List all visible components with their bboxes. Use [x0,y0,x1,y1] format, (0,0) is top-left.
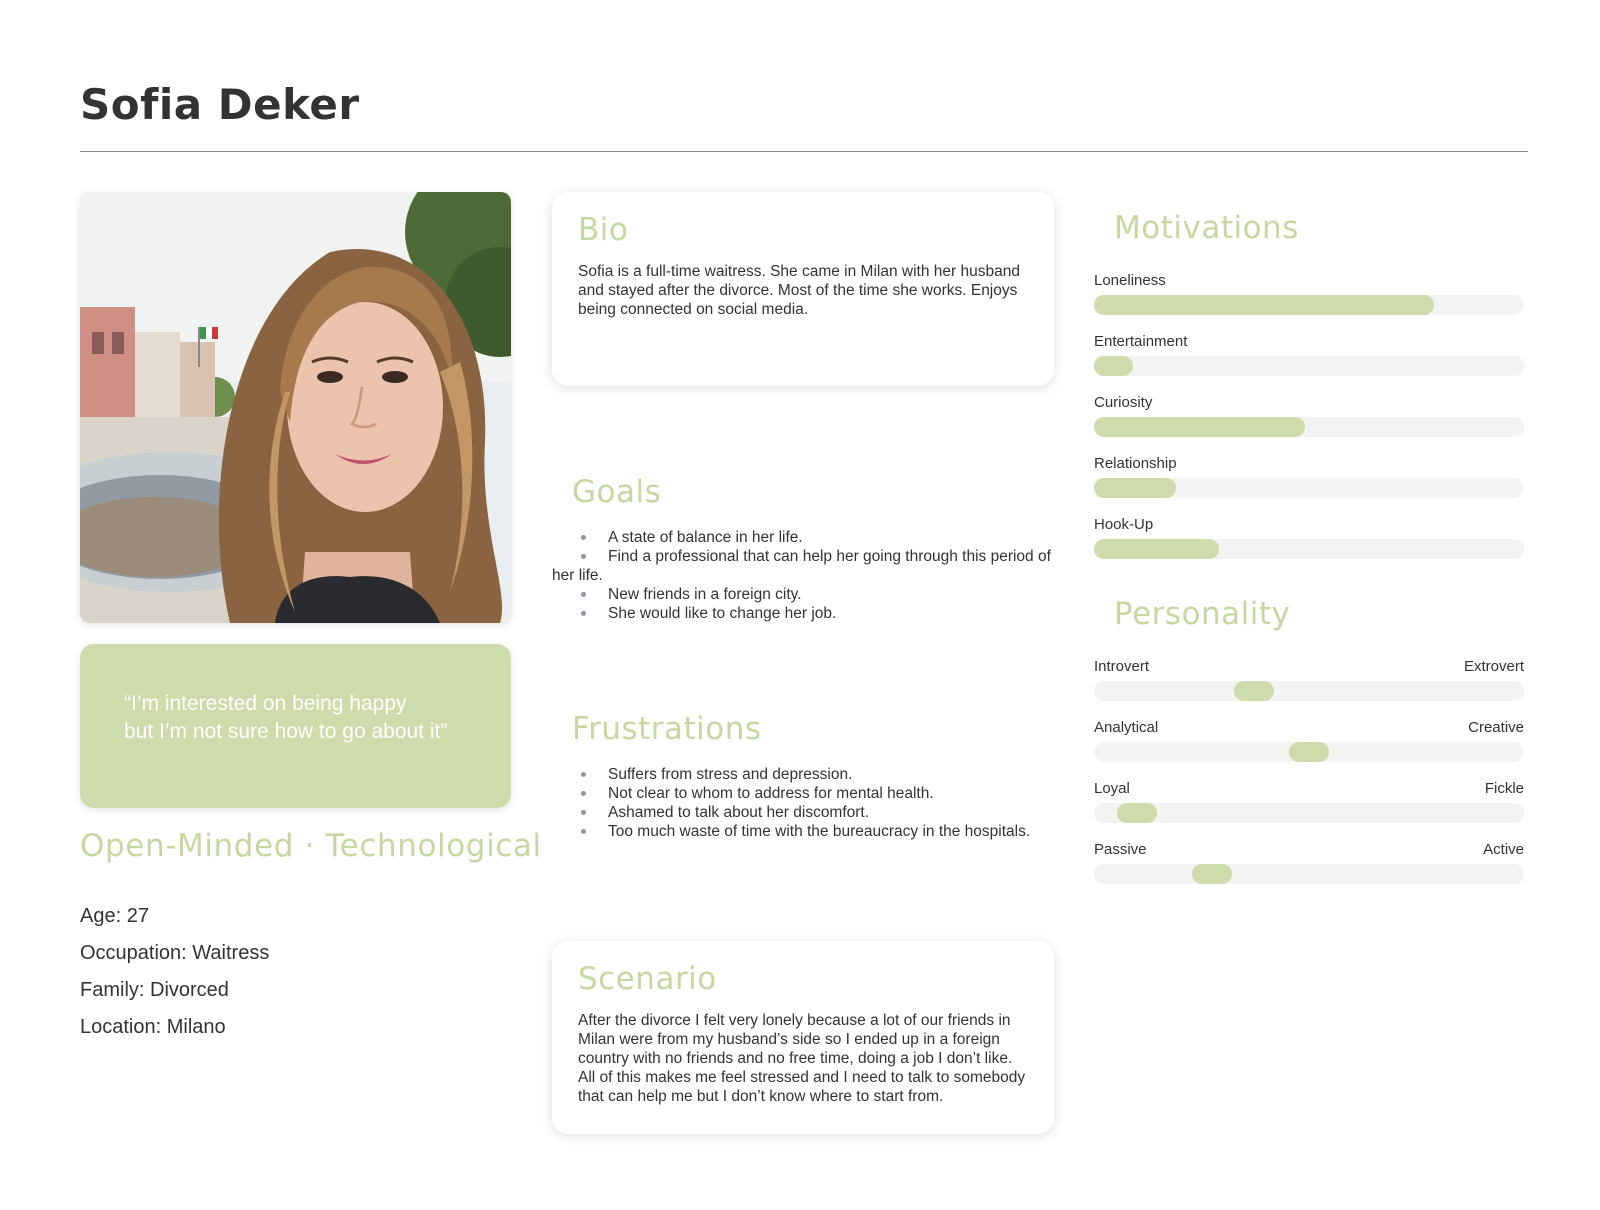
personality-track [1094,742,1524,762]
frustration-item: Too much waste of time with the bureaucr… [552,822,1052,841]
goals-title: Goals [572,474,662,510]
frustrations-list: Suffers from stress and depression. Not … [552,765,1052,841]
persona-name: Sofia Deker [80,80,360,129]
personality-labels: Passive Active [1094,841,1524,861]
frustration-item: Ashamed to talk about her discomfort. [552,803,1052,822]
bio-text: Sofia is a full-time waitress. She came … [578,263,1020,318]
personality-right-label: Active [1483,841,1524,858]
quote-line-2: but I’m not sure how to go about it” [124,720,448,743]
personality-marker [1289,742,1329,762]
motivation-fill [1094,539,1219,559]
personality-right-label: Creative [1468,719,1524,736]
scenario-text: After the divorce I felt very lonely bec… [578,1012,1026,1105]
motivation-fill [1094,478,1176,498]
motivation-fill [1094,295,1434,315]
personality-marker [1191,864,1232,884]
motivation-track [1094,417,1524,437]
personality-marker [1117,803,1158,823]
frustration-item: Suffers from stress and depression. [552,765,1052,784]
goal-item: New friends in a foreign city. [552,585,1052,604]
personality-track [1094,864,1524,884]
motivation-row: Relationship [1094,455,1524,516]
motivation-row: Curiosity [1094,394,1524,455]
fact-occupation: Occupation: Waitress [80,942,270,964]
personality-right-label: Extrovert [1463,658,1524,675]
persona-photo [80,192,511,623]
personality-row: Analytical Creative [1094,719,1524,780]
fact-location: Location: Milano [80,1016,226,1038]
personality-list: Introvert Extrovert Analytical Creative … [1094,658,1524,902]
persona-facts: Age: 27 Occupation: Waitress Family: Div… [80,905,269,1053]
personality-row: Passive Active [1094,841,1524,902]
motivation-row: Loneliness [1094,272,1524,333]
scenario-card: Scenario After the divorce I felt very l… [552,941,1054,1134]
persona-traits: Open-Minded · Technological [80,828,542,864]
motivation-row: Hook-Up [1094,516,1524,577]
personality-labels: Loyal Fickle [1094,780,1524,800]
goals-list: A state of balance in her life. Find a p… [552,528,1052,623]
fact-age: Age: 27 [80,905,149,927]
goals-section: Goals A state of balance in her life. Fi… [552,474,1052,623]
motivation-label: Curiosity [1094,394,1153,411]
motivation-row: Entertainment [1094,333,1524,394]
personality-track [1094,681,1524,701]
personality-left-label: Passive [1094,841,1147,858]
personality-row: Loyal Fickle [1094,780,1524,841]
frustrations-title: Frustrations [572,711,762,747]
motivation-track [1094,478,1524,498]
quote-line-1: “I’m interested on being happy [124,692,407,715]
header-divider [80,151,1528,152]
motivation-label: Relationship [1094,455,1177,472]
personality-title: Personality [1114,596,1291,632]
motivation-fill [1094,356,1133,376]
persona-quote: “I’m interested on being happy but I’m n… [80,644,511,808]
motivation-label: Entertainment [1094,333,1188,350]
motivation-fill [1094,417,1305,437]
personality-labels: Introvert Extrovert [1094,658,1524,678]
scenario-title: Scenario [578,961,717,997]
motivation-label: Hook-Up [1094,516,1154,533]
motivation-track [1094,539,1524,559]
motivation-label: Loneliness [1094,272,1166,289]
motivations-title: Motivations [1114,210,1299,246]
motivations-list: Loneliness Entertainment Curiosity Relat… [1094,272,1524,577]
goal-item: Find a professional that can help her go… [552,548,1051,584]
frustration-item: Not clear to whom to address for mental … [552,784,1052,803]
personality-left-label: Loyal [1094,780,1130,797]
personality-track [1094,803,1524,823]
motivation-track [1094,356,1524,376]
personality-left-label: Introvert [1094,658,1150,675]
personality-labels: Analytical Creative [1094,719,1524,739]
bio-card: Bio Sofia is a full-time waitress. She c… [552,192,1054,386]
frustrations-section: Frustrations Suffers from stress and dep… [552,711,1052,841]
personality-left-label: Analytical [1094,719,1159,736]
personality-marker [1234,681,1275,701]
fact-family: Family: Divorced [80,979,229,1001]
personality-right-label: Fickle [1484,780,1524,797]
motivation-track [1094,295,1524,315]
bio-title: Bio [578,212,629,248]
goal-item: A state of balance in her life. [552,528,1052,547]
personality-row: Introvert Extrovert [1094,658,1524,719]
goal-item: She would like to change her job. [552,604,1052,623]
